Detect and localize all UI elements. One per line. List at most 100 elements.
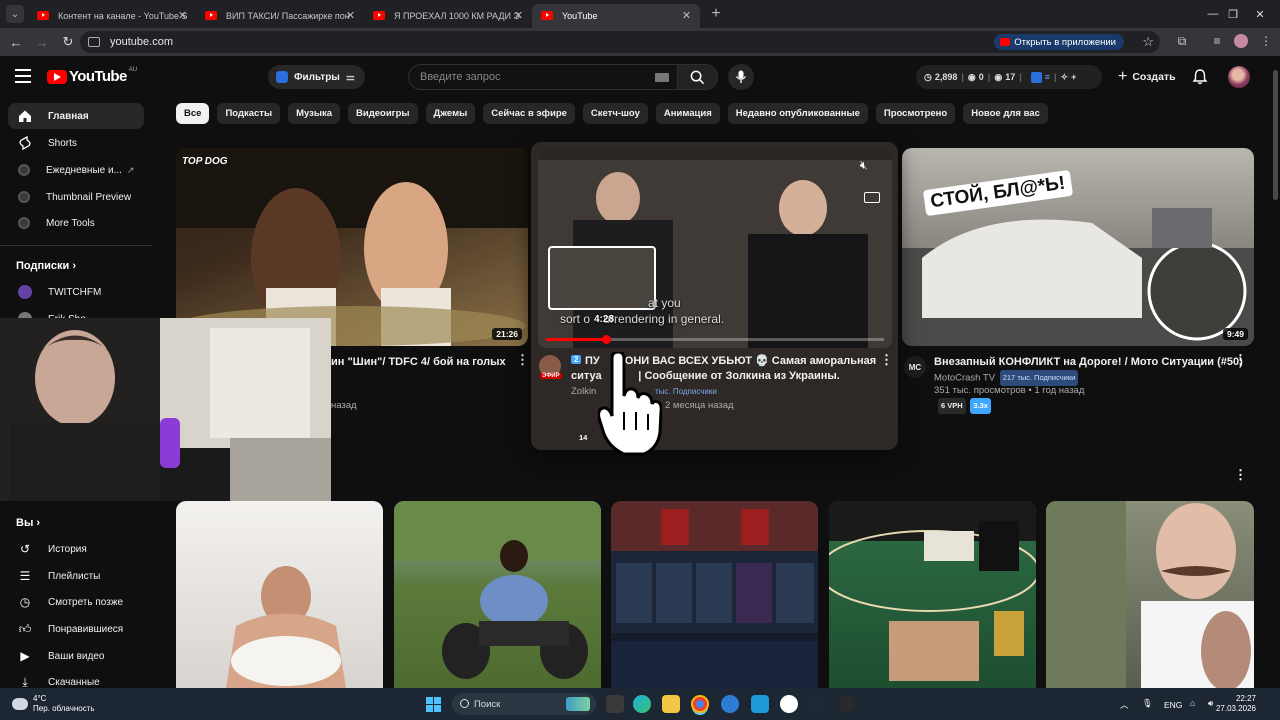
microphone-tray-icon[interactable]: 🎙︎: [1142, 698, 1153, 709]
taskbar-clock[interactable]: 22:27 27.03.2026: [1216, 694, 1256, 714]
chip[interactable]: Анимация: [655, 103, 720, 124]
chip[interactable]: Подкасты: [217, 103, 281, 124]
browser-tab[interactable]: ВИП ТАКСИ/ Пассажирке пон ✕: [196, 4, 364, 28]
voice-search-button[interactable]: [728, 64, 754, 90]
you-header[interactable]: Вы ›: [16, 517, 40, 529]
task-view-icon[interactable]: [606, 695, 624, 713]
sidebar-item-daily[interactable]: Ежедневные и... ↗: [8, 157, 144, 183]
video-title[interactable]: ин "Шин"/ TDFC 4/ бой на голых: [331, 355, 511, 370]
volume-icon[interactable]: 🔊︎: [1208, 698, 1213, 709]
tool-icon[interactable]: ✧: [1061, 72, 1069, 83]
progress-bar[interactable]: [546, 335, 884, 344]
browser-tab[interactable]: Контент на канале - YouTube S ✕: [28, 4, 196, 28]
video-thumbnail[interactable]: [1046, 501, 1254, 688]
chip[interactable]: Музыка: [288, 103, 341, 124]
windows-start-icon[interactable]: [426, 697, 441, 712]
edge-browser-icon[interactable]: [633, 695, 651, 713]
sidebar-item-watch-later[interactable]: ◷ Смотреть позже: [8, 589, 144, 615]
chip-all[interactable]: Все: [176, 103, 210, 124]
tab-close-icon[interactable]: ✕: [679, 8, 694, 23]
extensions-icon[interactable]: ⧉: [1172, 30, 1192, 52]
sidebar-item-playlists[interactable]: ☰ Плейлисты: [8, 563, 144, 589]
weather-widget[interactable]: 4°C Пер. облачность: [10, 694, 95, 714]
sparkle-icon[interactable]: +: [1071, 72, 1076, 82]
video-menu-icon[interactable]: ⋮: [1234, 353, 1247, 373]
search-button[interactable]: [678, 64, 718, 90]
chip[interactable]: Недавно опубликованные: [727, 103, 868, 124]
chip[interactable]: Видеоигры: [348, 103, 418, 124]
sidebar-item-more-tools[interactable]: More Tools: [8, 210, 144, 236]
video-thumbnail[interactable]: TOP DOG 21:26: [176, 148, 528, 346]
account-avatar[interactable]: [1228, 66, 1250, 88]
sidebar-item-history[interactable]: ↺ История: [8, 536, 144, 562]
sidebar-item-shorts[interactable]: Shorts: [8, 130, 144, 156]
address-field[interactable]: youtube.com Открыть в приложении ☆: [80, 31, 1160, 53]
captions-icon[interactable]: [864, 192, 880, 203]
video-menu-icon[interactable]: ⋮: [516, 353, 529, 373]
channel-name[interactable]: MotoCrash TV: [934, 373, 995, 384]
profile-avatar[interactable]: [1231, 30, 1251, 52]
channel-name[interactable]: Zolkin: [571, 386, 596, 397]
tab-search-icon[interactable]: ⌄: [6, 5, 24, 23]
bookmark-star-icon[interactable]: ☆: [1142, 34, 1154, 50]
media-icon[interactable]: ≡: [1207, 30, 1227, 52]
chip[interactable]: Скетч-шоу: [582, 103, 648, 124]
mute-icon[interactable]: 🔇︎: [860, 158, 878, 176]
sidebar-subscription[interactable]: TWITCHFM: [8, 279, 144, 305]
page-scrollbar[interactable]: [1271, 56, 1280, 688]
video-title[interactable]: Внезапный КОНФЛИКТ на Дороге! / Мото Сит…: [934, 355, 1244, 370]
sidebar-item-your-videos[interactable]: ▶ Ваши видео: [8, 643, 144, 669]
open-in-app-button[interactable]: Открыть в приложении: [994, 34, 1124, 50]
video-hover-preview[interactable]: at you sort o urrendering in general. 4:…: [531, 142, 898, 450]
filters-button[interactable]: Фильтры ⚌: [268, 65, 365, 89]
sidebar-item-liked[interactable]: 👍︎ Понравившиеся: [8, 616, 144, 642]
extension-icon[interactable]: [1030, 71, 1042, 83]
video-thumbnail[interactable]: [176, 501, 383, 688]
notifications-bell-icon[interactable]: [1191, 68, 1209, 86]
tab-close-icon[interactable]: ✕: [511, 8, 526, 23]
forward-icon[interactable]: →: [30, 30, 54, 54]
sidebar-item-thumbnail-preview[interactable]: Thumbnail Preview: [8, 184, 144, 210]
video-thumbnail[interactable]: [611, 501, 818, 688]
network-icon[interactable]: ⌂: [1190, 698, 1195, 708]
back-icon[interactable]: ←: [4, 30, 28, 54]
chip[interactable]: Сейчас в эфире: [483, 103, 575, 124]
messenger-app-icon[interactable]: [751, 695, 769, 713]
chrome-browser-icon[interactable]: [691, 695, 709, 713]
site-info-icon[interactable]: [88, 37, 100, 47]
video-thumbnail[interactable]: [829, 501, 1036, 688]
taskbar-search[interactable]: Поиск: [452, 693, 596, 715]
create-button[interactable]: + Создать: [1108, 65, 1186, 89]
browser-tab-active[interactable]: YouTube ✕: [532, 4, 700, 28]
chip[interactable]: Новое для вас: [963, 103, 1048, 124]
inline-player[interactable]: at you sort o urrendering in general. 4:…: [538, 148, 892, 348]
language-indicator[interactable]: ENG: [1164, 700, 1182, 710]
list-icon[interactable]: ≡: [1045, 72, 1050, 82]
obs-icon[interactable]: [838, 695, 856, 713]
video-thumbnail[interactable]: СТОЙ, БЛ@*Ь! 9:49: [902, 148, 1254, 346]
video-menu-icon[interactable]: ⋮: [880, 353, 893, 373]
scrubber-handle[interactable]: [601, 335, 611, 344]
tray-chevron-icon[interactable]: ︿: [1120, 699, 1129, 711]
guide-menu-icon[interactable]: [15, 69, 31, 83]
browser-menu-icon[interactable]: ⋮: [1256, 30, 1276, 52]
search-input[interactable]: Введите запрос: [408, 64, 678, 90]
scrollbar-thumb[interactable]: [1273, 70, 1278, 200]
browser-tab[interactable]: Я ПРОЕХАЛ 1000 КМ РАДИ Э ✕: [364, 4, 532, 28]
new-tab-icon[interactable]: +: [704, 2, 728, 26]
chip[interactable]: Джемы: [425, 103, 476, 124]
extension-stats-pill[interactable]: ◷ 2,898 | ◉ 0 | ◉ 17 | ≡ | ✧ +: [916, 65, 1102, 89]
mail-app-icon[interactable]: [721, 695, 739, 713]
channel-avatar[interactable]: MC: [904, 356, 926, 378]
section-menu-icon[interactable]: ⋮: [1234, 468, 1247, 488]
file-explorer-icon[interactable]: [662, 695, 680, 713]
keyboard-icon[interactable]: [655, 73, 669, 82]
tab-close-icon[interactable]: ✕: [175, 8, 190, 23]
yandex-browser-icon[interactable]: [780, 695, 798, 713]
sidebar-item-home[interactable]: Главная: [8, 103, 144, 129]
tab-close-icon[interactable]: ✕: [343, 8, 358, 23]
chip[interactable]: Просмотрено: [875, 103, 956, 124]
steam-icon[interactable]: [808, 695, 826, 713]
reload-icon[interactable]: ↻: [56, 30, 80, 54]
subscriptions-header[interactable]: Подписки ›: [16, 260, 76, 272]
